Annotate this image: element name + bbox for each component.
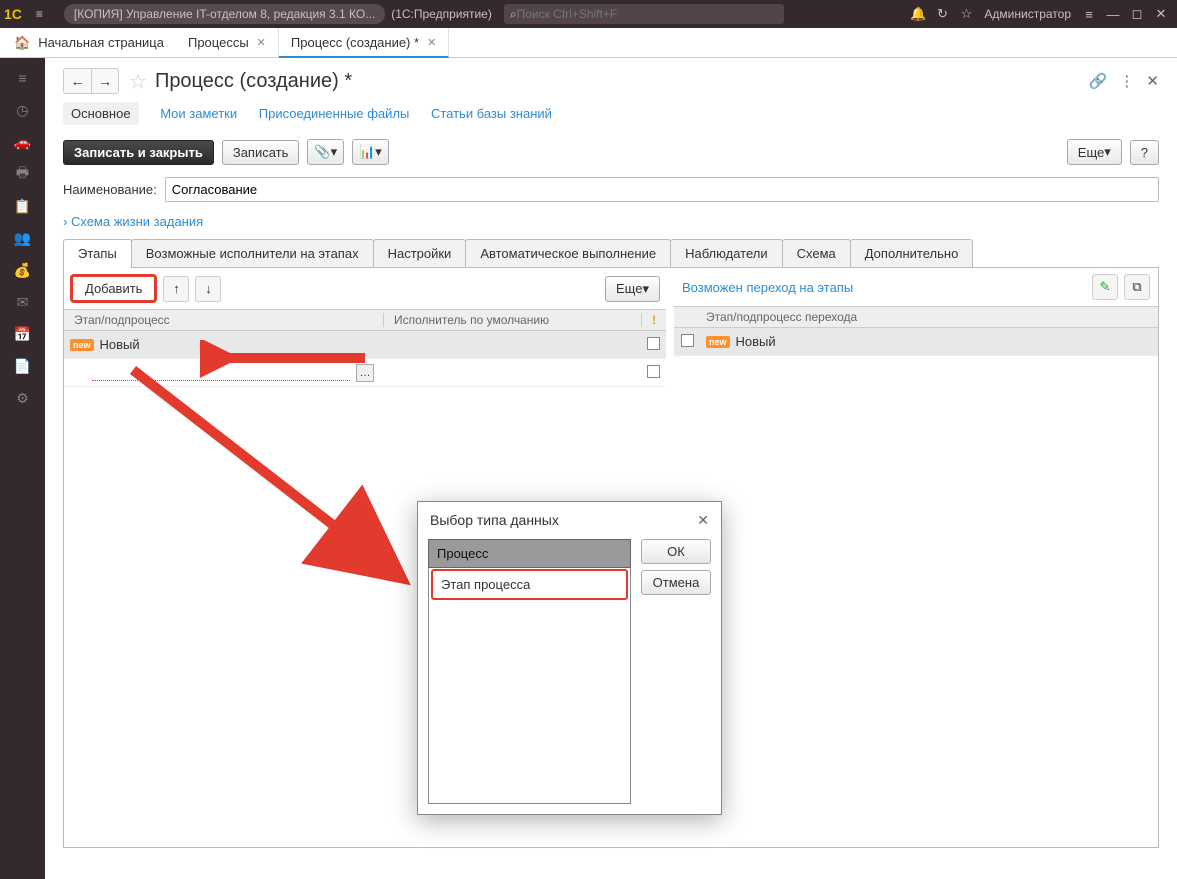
nav-forward-button[interactable]: → [91,68,119,94]
add-button[interactable]: Добавить [70,274,157,303]
copy-transition-button[interactable]: ⧉ [1124,274,1150,300]
attach-button[interactable]: 📎▾ [307,139,344,165]
col-stage: Этап/подпроцесс [64,313,384,327]
dialog-ok-button[interactable]: ОК [641,539,711,564]
close-icon[interactable]: ✕ [257,36,266,49]
sidebar-tasks-icon[interactable]: 📋 [0,190,45,222]
row-checkbox[interactable] [647,365,660,378]
sidebar-assets-icon[interactable]: 🚗 [0,126,45,158]
save-close-button[interactable]: Записать и закрыть [63,140,214,165]
transitions-panel: Возможен переход на этапы ✎ ⧉ Этап/подпр… [674,268,1158,847]
menu-icon[interactable]: ≡ [36,7,56,21]
favorite-star-icon[interactable]: ☆ [129,69,147,94]
bell-icon[interactable]: 🔔 [906,6,930,22]
sidebar-users-icon[interactable]: 👥 [0,222,45,254]
tab-home[interactable]: 🏠Начальная страница [0,28,176,57]
help-button[interactable]: ? [1130,140,1159,165]
option-process-stage[interactable]: Этап процесса [431,569,628,600]
sidebar-print-icon[interactable]: 🖶 [0,158,45,190]
global-search[interactable]: ⌕ [504,4,784,24]
dialog-title: Выбор типа данных [430,512,559,529]
col-flag: ! [641,313,666,327]
dialog-close-button[interactable]: ✕ [697,512,709,529]
tab-stages[interactable]: Этапы [63,239,132,267]
table-row[interactable]: newНовый [674,328,1158,356]
nav-back-button[interactable]: ← [63,68,91,94]
window-tabs: 🏠Начальная страница Процессы✕ Процесс (с… [0,28,1177,58]
link-icon[interactable]: 🔗 [1089,72,1108,90]
option-process[interactable]: Процесс [428,539,631,568]
sidebar-calendar-icon[interactable]: 📅 [0,318,45,350]
user-label[interactable]: Администратор [978,7,1077,21]
tab-performers[interactable]: Возможные исполнители на этапах [131,239,374,267]
sidebar-sections-icon[interactable]: ≡ [0,62,45,94]
page-title: Процесс (создание) * [155,70,1089,93]
tab-watchers[interactable]: Наблюдатели [670,239,783,267]
search-icon: ⌕ [510,7,517,22]
annotation-arrow [115,358,415,588]
app-subtitle: (1С:Предприятие) [391,7,492,21]
link-main[interactable]: Основное [63,102,139,125]
tab-schema[interactable]: Схема [782,239,851,267]
link-kb[interactable]: Статьи базы знаний [431,106,552,121]
tab-settings[interactable]: Настройки [373,239,467,267]
maximize-button[interactable]: ◻ [1125,6,1149,22]
sidebar-mail-icon[interactable]: ✉ [0,286,45,318]
settings-icon[interactable]: ≡ [1077,7,1101,22]
name-label: Наименование: [63,182,157,197]
transitions-title: Возможен переход на этапы [682,276,853,299]
sidebar-finance-icon[interactable]: 💰 [0,254,45,286]
sidebar-gear-icon[interactable]: ⚙ [0,382,45,414]
kebab-icon[interactable]: ⋮ [1119,72,1134,90]
type-options-list: Процесс Этап процесса [428,539,631,804]
new-badge-icon: new [706,336,730,348]
tab-processes[interactable]: Процессы✕ [176,28,279,57]
titlebar: 1C ≡ [КОПИЯ] Управление IT-отделом 8, ре… [0,0,1177,28]
row-checkbox[interactable] [681,334,694,347]
app-title: [КОПИЯ] Управление IT-отделом 8, редакци… [64,4,385,24]
edit-transition-button[interactable]: ✎ [1092,274,1118,300]
dialog-cancel-button[interactable]: Отмена [641,570,711,595]
close-icon[interactable]: ✕ [427,36,436,49]
tab-auto[interactable]: Автоматическое выполнение [465,239,671,267]
sidebar: ≡ ◷ 🚗 🖶 📋 👥 💰 ✉ 📅 📄 ⚙ [0,58,45,879]
search-input[interactable] [517,7,778,21]
col-transition-stage: Этап/подпроцесс перехода [700,310,1158,324]
left-more-button[interactable]: Еще ▾ [605,276,660,302]
more-button[interactable]: Еще ▾ [1067,139,1122,165]
save-button[interactable]: Записать [222,140,300,165]
star-icon[interactable]: ☆ [954,6,978,22]
tab-process-create[interactable]: Процесс (создание) *✕ [279,28,449,58]
history-icon[interactable]: ↻ [930,6,954,22]
sidebar-dashboard-icon[interactable]: ◷ [0,94,45,126]
app-logo: 1C [4,6,22,22]
schema-life-link[interactable]: Схема жизни задания [63,212,1159,239]
section-links: Основное Мои заметки Присоединенные файл… [63,102,1159,135]
minimize-button[interactable]: — [1101,7,1125,22]
report-button[interactable]: 📊▾ [352,139,389,165]
close-panel-icon[interactable]: ✕ [1146,72,1159,90]
type-select-dialog: Выбор типа данных ✕ Процесс Этап процесс… [417,501,722,815]
sub-tabs: Этапы Возможные исполнители на этапах На… [63,239,1159,268]
col-performer: Исполнитель по умолчанию [384,313,641,327]
move-up-button[interactable]: ↑ [163,276,189,302]
row-checkbox[interactable] [647,337,660,350]
close-button[interactable]: ✕ [1149,6,1173,22]
tab-extra[interactable]: Дополнительно [850,239,974,267]
name-input[interactable] [165,177,1159,202]
new-badge-icon: new [70,339,94,351]
link-notes[interactable]: Мои заметки [160,106,237,121]
link-files[interactable]: Присоединенные файлы [259,106,410,121]
move-down-button[interactable]: ↓ [195,276,221,302]
sidebar-copy-icon[interactable]: 📄 [0,350,45,382]
